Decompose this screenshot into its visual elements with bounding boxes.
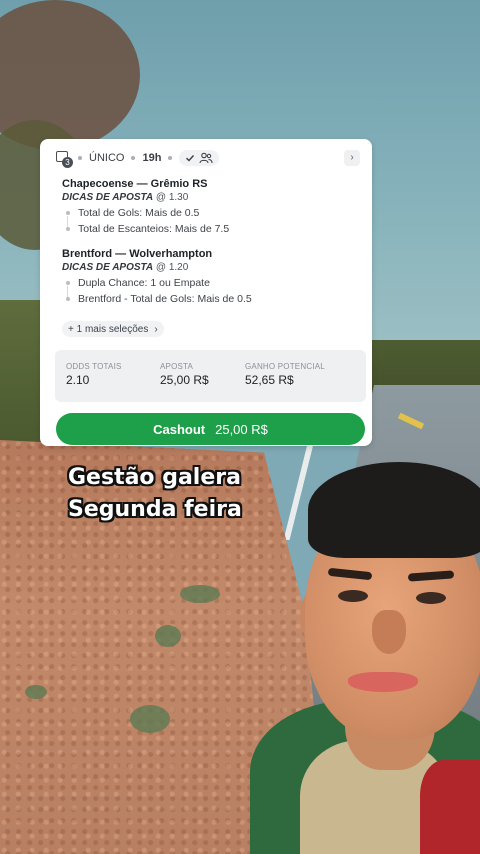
match-tips: DICAS DE APOSTA @ 1.20 <box>62 262 188 273</box>
tips-label: DICAS DE APOSTA <box>62 262 154 273</box>
bet-card-header: 3 ÚNICO 19h › <box>55 148 360 168</box>
chevron-right-icon: › <box>154 323 158 335</box>
total-odds-label: ODDS TOTAIS <box>66 362 122 371</box>
selection-label: Brentford - Total de Gols: Mais de 0.5 <box>78 293 252 305</box>
bet-type-label: ÚNICO <box>89 152 125 164</box>
selection-bullet <box>66 297 70 301</box>
selection-bullet <box>66 211 70 215</box>
bet-time-label: 19h <box>142 152 162 164</box>
match-tips: DICAS DE APOSTA @ 1.30 <box>62 192 188 203</box>
person-shirt-stripe <box>420 760 480 854</box>
share-pill[interactable] <box>179 150 220 166</box>
match-odds: @ 1.30 <box>155 192 189 203</box>
match-title: Chapecoense — Grêmio RS <box>62 178 208 190</box>
shrub <box>180 585 220 603</box>
stake: APOSTA 25,00 R$ <box>160 362 209 387</box>
bet-card[interactable]: 3 ÚNICO 19h › Chapecoense — Grêmio RS DI… <box>40 139 372 446</box>
stake-label: APOSTA <box>160 362 194 371</box>
chevron-right-icon[interactable]: › <box>344 150 360 166</box>
separator-dot <box>168 156 173 160</box>
selection-label: Total de Gols: Mais de 0.5 <box>78 207 200 219</box>
person-mouth <box>348 672 418 692</box>
selection-item: Brentford - Total de Gols: Mais de 0.5 <box>66 293 252 305</box>
cashout-button[interactable]: Cashout 25,00 R$ <box>56 413 365 445</box>
bet-totals: ODDS TOTAIS 2.10 APOSTA 25,00 R$ GANHO P… <box>55 350 366 402</box>
selection-bullet <box>66 227 70 231</box>
match-title: Brentford — Wolverhampton <box>62 248 213 260</box>
total-odds-value: 2.10 <box>66 373 90 387</box>
shrub <box>155 625 181 647</box>
shrub <box>130 705 170 733</box>
ticket-count-badge: 3 <box>62 157 73 168</box>
ticket-icon: 3 <box>55 150 73 168</box>
selection-item: Total de Gols: Mais de 0.5 <box>66 207 199 219</box>
separator-dot <box>78 156 82 160</box>
check-icon <box>186 155 195 162</box>
person-hair <box>308 462 480 558</box>
cashout-amount: 25,00 R$ <box>215 421 268 437</box>
person-eye-right <box>416 592 446 604</box>
potential-win: GANHO POTENCIAL 52,65 R$ <box>245 362 325 387</box>
video-caption-line2: Segunda feira <box>68 497 242 522</box>
selection-label: Total de Escanteios: Mais de 7.5 <box>78 223 230 235</box>
match-odds: @ 1.20 <box>155 262 189 273</box>
selection-item: Total de Escanteios: Mais de 7.5 <box>66 223 229 235</box>
selection-item: Dupla Chance: 1 ou Empate <box>66 277 210 289</box>
stake-value: 25,00 R$ <box>160 373 209 387</box>
selection-label: Dupla Chance: 1 ou Empate <box>78 277 210 289</box>
video-caption-line1: Gestão galera <box>68 465 241 490</box>
separator-dot <box>131 156 136 160</box>
more-selections-button[interactable]: + 1 mais seleções › <box>62 321 164 337</box>
cashout-label: Cashout <box>153 421 206 437</box>
person-eye-left <box>338 590 368 602</box>
selection-bullet <box>66 281 70 285</box>
more-selections-label: + 1 mais seleções <box>68 323 149 335</box>
tips-label: DICAS DE APOSTA <box>62 192 154 203</box>
total-odds: ODDS TOTAIS 2.10 <box>66 362 122 387</box>
shrub <box>25 685 47 699</box>
users-icon <box>199 152 213 164</box>
potential-win-value: 52,65 R$ <box>245 373 294 387</box>
person-nose <box>372 610 406 654</box>
potential-win-label: GANHO POTENCIAL <box>245 362 325 371</box>
